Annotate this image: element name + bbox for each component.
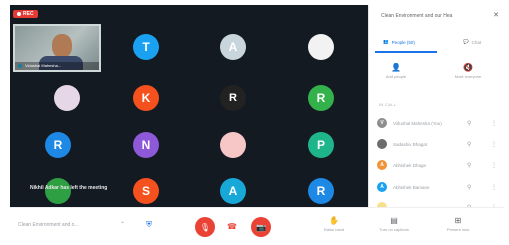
pin-icon[interactable]: ⚲ [467, 141, 471, 148]
tab-chat-label: Chat [471, 39, 482, 45]
more-options-icon[interactable]: ⋮ [491, 141, 497, 148]
participant-name: Sadashiv Bhagat [393, 141, 428, 147]
participant-tile[interactable] [308, 34, 334, 60]
participant-tile[interactable] [220, 132, 246, 158]
record-dot-icon [17, 12, 21, 16]
add-people-button[interactable]: 👤 Add people [381, 63, 411, 79]
chevron-up-icon[interactable]: ⌃ [120, 221, 125, 228]
tab-people[interactable]: 👥 People (50) [383, 39, 415, 45]
present-icon: ⊞ [454, 216, 462, 225]
left-meeting-notice: Nikhil Adkar has left the meeting [30, 185, 108, 191]
mute-everyone-label: Mute everyone [454, 74, 482, 79]
participant-tile[interactable]: A [220, 178, 246, 204]
participant-row[interactable]: V Vidushal Mahesha (You) ⚲ ⋮ [377, 117, 501, 129]
add-person-icon: 👤 [391, 63, 401, 72]
meet-window: REC Vidushal Mahesha... TAKRRRNPSAR Nikh… [0, 0, 509, 245]
participant-tile[interactable]: S [133, 178, 159, 204]
camera-off-icon: 📷 [256, 222, 266, 232]
participant-tile[interactable]: N [133, 132, 159, 158]
pin-icon[interactable]: ⚲ [467, 184, 471, 191]
participant-tile[interactable]: R [308, 85, 334, 111]
present-now-button[interactable]: ⊞ Present now [437, 216, 479, 232]
participant-row[interactable]: A Abhishek Dhage ⚲ ⋮ [377, 159, 501, 171]
bottom-toolbar: Clean Environment and o... ⌃ ⛨ 🎙 ☎ 📷 ✋ R… [10, 207, 504, 245]
self-video-tile[interactable]: Vidushal Mahesha... [13, 24, 101, 72]
captions-icon: ▤ [390, 216, 398, 225]
add-people-label: Add people [385, 74, 407, 79]
participant-tile[interactable]: P [308, 132, 334, 158]
in-call-section-label: IN CALL [379, 102, 397, 107]
raise-hand-label: Raise hand [323, 227, 345, 232]
people-icon: 👥 [383, 39, 389, 44]
present-now-label: Present now [446, 227, 470, 232]
active-tab-indicator [375, 51, 437, 53]
mute-all-icon: 🔇 [463, 63, 473, 72]
avatar: V [377, 118, 387, 128]
meeting-title[interactable]: Clean Environment and o... [18, 222, 79, 228]
shield-icon[interactable]: ⛨ [146, 220, 152, 230]
hang-up-icon[interactable]: ☎ [227, 222, 237, 231]
avatar [377, 139, 387, 149]
captions-label: Turn on captions [379, 227, 409, 232]
more-options-icon[interactable]: ⋮ [491, 120, 497, 127]
more-options-icon[interactable]: ⋮ [491, 162, 497, 169]
participant-tile[interactable]: K [133, 85, 159, 111]
chat-icon: 💬 [463, 39, 469, 44]
self-video-name: Vidushal Mahesha... [15, 62, 99, 70]
recording-label: REC [23, 11, 34, 17]
tab-chat[interactable]: 💬 Chat [463, 39, 481, 45]
camera-off-button[interactable]: 📷 [251, 217, 271, 237]
pin-icon[interactable]: ⚲ [467, 162, 471, 169]
participant-row[interactable]: A Abhishek Bamane ⚲ ⋮ [377, 181, 501, 193]
panel-meeting-title: Clean Environment and our Hea [381, 13, 453, 19]
hand-icon: ✋ [329, 216, 339, 225]
avatar: A [377, 182, 387, 192]
participant-name: Abhishek Bamane [393, 184, 430, 190]
participant-tile[interactable] [54, 85, 80, 111]
avatar: A [377, 160, 387, 170]
raise-hand-button[interactable]: ✋ Raise hand [313, 216, 355, 232]
self-video-face [52, 34, 72, 58]
pin-icon[interactable]: ⚲ [467, 120, 471, 127]
participant-name: Abhishek Dhage [393, 162, 427, 168]
participant-tile[interactable]: R [308, 178, 334, 204]
people-panel: Clean Environment and our Hea ✕ 👥 People… [368, 5, 505, 212]
participant-tile[interactable]: R [45, 132, 71, 158]
mic-off-icon: 🎙 [199, 222, 211, 232]
captions-button[interactable]: ▤ Turn on captions [373, 216, 415, 232]
more-options-icon[interactable]: ⋮ [491, 184, 497, 191]
participant-tile[interactable]: T [133, 34, 159, 60]
close-icon[interactable]: ✕ [493, 11, 499, 19]
participant-name: Vidushal Mahesha (You) [393, 120, 442, 126]
participant-tile[interactable]: A [220, 34, 246, 60]
participant-tile[interactable]: R [220, 85, 246, 111]
tab-people-label: People (50) [391, 39, 415, 45]
participant-row[interactable]: Sadashiv Bhagat ⚲ ⋮ [377, 138, 501, 150]
video-grid: REC Vidushal Mahesha... TAKRRRNPSAR Nikh… [10, 5, 368, 207]
recording-indicator: REC [13, 10, 38, 18]
participant-tile[interactable] [45, 178, 71, 204]
microphone-off-button[interactable]: 🎙 [195, 217, 215, 237]
mute-everyone-button[interactable]: 🔇 Mute everyone [453, 63, 483, 79]
